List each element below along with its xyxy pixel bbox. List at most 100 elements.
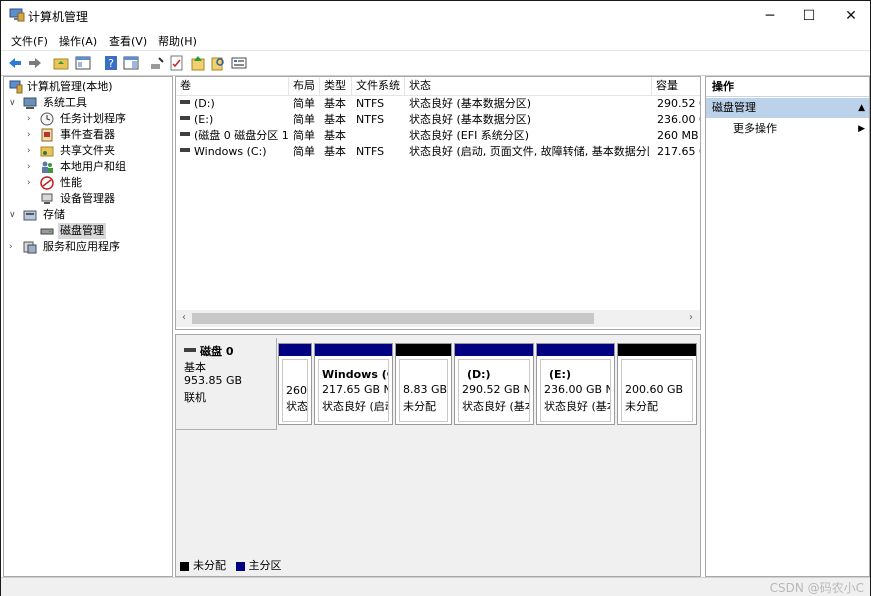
up-folder-icon[interactable]: [53, 55, 69, 71]
volume-filesystem: NTFS: [356, 97, 385, 110]
scroll-left-icon[interactable]: ‹: [178, 311, 190, 325]
properties-icon[interactable]: [231, 55, 247, 71]
partition-size: 290.52 GB NT: [462, 383, 529, 396]
legend-label-unallocated: 未分配: [193, 559, 226, 572]
partition-band: [279, 344, 311, 356]
tree-item-label: 服务和应用程序: [43, 240, 120, 253]
table-row[interactable]: (磁盘 0 磁盘分区 1) 简单 基本 状态良好 (EFI 系统分区) 260 …: [176, 128, 700, 144]
tree-item-label: 设备管理器: [60, 192, 115, 205]
panel-icon[interactable]: [123, 55, 139, 71]
partition-status: 状态良好 (基本: [544, 400, 611, 413]
up-arrow-icon[interactable]: [190, 55, 206, 71]
chevron-right-icon[interactable]: ›: [27, 127, 37, 143]
partition-title: (D:): [467, 368, 491, 381]
column-header-volume[interactable]: 卷: [176, 77, 289, 95]
partition-body: 200.60 GB 未分配: [621, 359, 693, 422]
table-row[interactable]: (E:) 简单 基本 NTFS 状态良好 (基本数据分区) 236.00 G: [176, 112, 700, 128]
menu-help[interactable]: 帮助(H): [158, 33, 197, 49]
partition-body: (D:) 290.52 GB NT 状态良好 (基本: [458, 359, 530, 422]
partition-status: 状态良好 (基本: [462, 400, 530, 413]
title-bar: 计算机管理 ─ ☐ ✕: [1, 1, 870, 31]
column-header-status[interactable]: 状态: [405, 77, 652, 95]
checklist-icon[interactable]: [169, 55, 185, 71]
event-viewer-icon: [40, 128, 54, 142]
column-header-filesystem[interactable]: 文件系统: [352, 77, 405, 95]
column-header-type[interactable]: 类型: [320, 77, 352, 95]
disk-icon: [184, 348, 196, 352]
partition-unallocated-2[interactable]: 200.60 GB 未分配: [617, 343, 697, 425]
partition-size: 8.83 GB: [403, 383, 448, 396]
chevron-right-icon[interactable]: ›: [27, 111, 37, 127]
disk-info[interactable]: 磁盘 0 基本 953.85 GB 联机: [176, 338, 277, 430]
disk-graphical-view: 磁盘 0 基本 953.85 GB 联机 260 状态 Windows (C 2…: [175, 334, 701, 577]
column-header-capacity[interactable]: 容量: [652, 77, 700, 95]
partition-title: Windows (C: [322, 368, 389, 381]
device-manager-icon: [40, 192, 54, 206]
connect-icon[interactable]: [149, 55, 165, 71]
tools-icon: [23, 96, 37, 110]
chevron-down-icon[interactable]: ∨: [9, 95, 19, 111]
show-hide-tree-icon[interactable]: [75, 55, 91, 71]
volume-capacity: 236.00 G: [657, 113, 700, 126]
partition-e[interactable]: (E:) 236.00 GB NT 状态良好 (基本: [536, 343, 615, 425]
tree-item-label: 共享文件夹: [60, 144, 115, 157]
volume-icon: [180, 100, 190, 104]
volume-name: (E:): [194, 113, 214, 126]
volume-icon: [180, 148, 190, 152]
volume-capacity: 260 MB: [657, 129, 699, 142]
maximize-button[interactable]: ☐: [786, 1, 832, 31]
chevron-right-icon[interactable]: ›: [27, 159, 37, 175]
horizontal-scrollbar[interactable]: ‹ ›: [176, 310, 700, 327]
partition-d[interactable]: (D:) 290.52 GB NT 状态良好 (基本: [454, 343, 534, 425]
actions-pane: 操作 磁盘管理 ▲ 更多操作 ▶: [705, 76, 870, 577]
partition-windows-c[interactable]: Windows (C 217.65 GB NT 状态良好 (启动: [314, 343, 393, 425]
chevron-down-icon[interactable]: ∨: [9, 207, 19, 223]
partition-body: 260 状态: [282, 359, 308, 422]
partition-size: 236.00 GB NT: [544, 383, 610, 396]
partition-body: (E:) 236.00 GB NT 状态良好 (基本: [540, 359, 611, 422]
partition-status: 未分配: [403, 400, 436, 413]
volume-type: 基本: [324, 129, 346, 142]
chevron-right-icon[interactable]: ›: [27, 143, 37, 159]
partition-status: 状态良好 (启动: [322, 400, 389, 413]
partition-body: 8.83 GB 未分配: [399, 359, 448, 422]
volume-name: Windows (C:): [194, 145, 267, 158]
table-row[interactable]: Windows (C:) 简单 基本 NTFS 状态良好 (启动, 页面文件, …: [176, 144, 700, 160]
volume-icon: [180, 116, 190, 120]
scroll-right-icon[interactable]: ›: [685, 311, 697, 325]
disk-name: 磁盘 0: [200, 345, 234, 358]
menu-action[interactable]: 操作(A): [59, 33, 97, 49]
column-header-layout[interactable]: 布局: [289, 77, 320, 95]
volume-list: 卷 布局 类型 文件系统 状态 容量 (D:) 简单 基本 NTFS 状态良好 …: [175, 76, 701, 330]
chevron-right-icon[interactable]: ›: [27, 175, 37, 191]
menu-view[interactable]: 查看(V): [109, 33, 147, 49]
legend-label-primary: 主分区: [248, 559, 282, 572]
search-icon[interactable]: [210, 55, 226, 71]
computer-management-icon: [9, 8, 25, 22]
partition-band: [537, 344, 614, 356]
partition-unallocated-1[interactable]: 8.83 GB 未分配: [395, 343, 452, 425]
scroll-thumb[interactable]: [192, 313, 594, 324]
menu-file[interactable]: 文件(F): [11, 33, 48, 49]
table-row[interactable]: (D:) 简单 基本 NTFS 状态良好 (基本数据分区) 290.52 G: [176, 96, 700, 112]
help-icon[interactable]: ?: [103, 55, 119, 71]
partition-size: 260: [286, 384, 307, 397]
back-icon[interactable]: [7, 55, 23, 71]
actions-section-label: 磁盘管理: [712, 101, 756, 114]
volume-layout: 简单: [293, 145, 315, 158]
volume-list-header: 卷 布局 类型 文件系统 状态 容量: [176, 77, 700, 96]
collapse-up-icon[interactable]: ▲: [858, 98, 865, 118]
chevron-right-icon[interactable]: ›: [9, 239, 19, 255]
more-actions-label: 更多操作: [733, 122, 777, 135]
performance-icon: [40, 176, 54, 190]
partition-efi[interactable]: 260 状态: [278, 343, 312, 425]
volume-filesystem: NTFS: [356, 145, 385, 158]
partition-band: [618, 344, 696, 356]
close-button[interactable]: ✕: [828, 1, 871, 31]
partition-size: 200.60 GB: [625, 383, 684, 396]
actions-section-disk-management[interactable]: 磁盘管理 ▲: [706, 98, 869, 118]
disk-icon: [40, 224, 54, 238]
forward-icon[interactable]: [27, 55, 43, 71]
more-actions-item[interactable]: 更多操作 ▶: [706, 120, 869, 138]
svg-text:?: ?: [108, 57, 114, 70]
